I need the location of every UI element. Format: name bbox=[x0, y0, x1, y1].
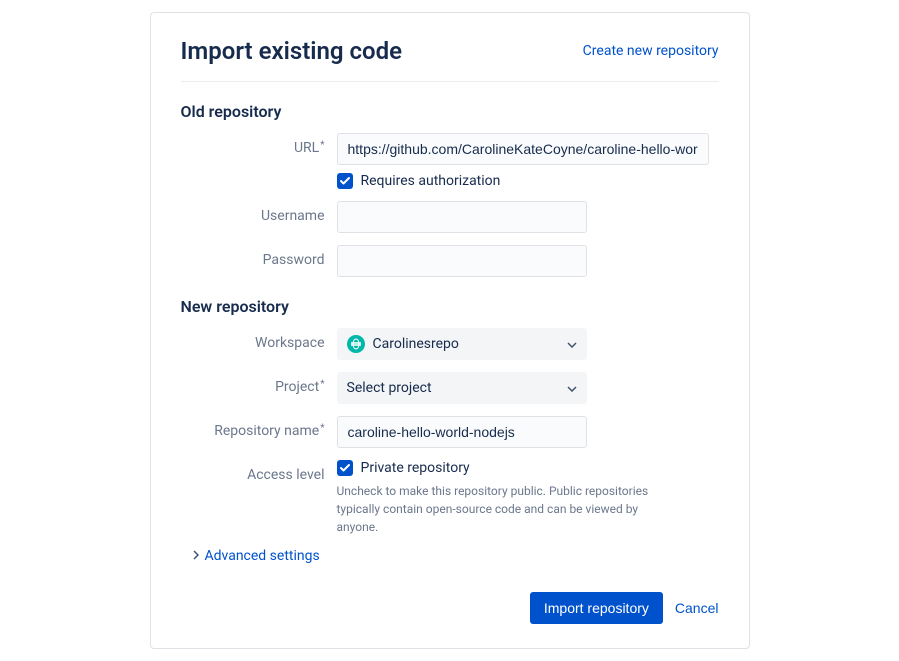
check-icon bbox=[339, 462, 351, 474]
project-row: Project* Select project bbox=[181, 372, 719, 404]
card-header: Import existing code Create new reposito… bbox=[181, 37, 719, 82]
access-label: Access level bbox=[181, 460, 337, 483]
password-label: Password bbox=[181, 245, 337, 268]
workspace-field-wrap: Carolinesrepo bbox=[337, 328, 587, 360]
password-row: Password bbox=[181, 245, 719, 277]
url-field-wrap: Requires authorization bbox=[337, 133, 709, 189]
username-label: Username bbox=[181, 201, 337, 224]
repo-name-label: Repository name* bbox=[181, 416, 337, 439]
access-row: Access level Private repository Uncheck … bbox=[181, 460, 719, 536]
new-repo-section-title: New repository bbox=[181, 297, 719, 316]
project-field-wrap: Select project bbox=[337, 372, 587, 404]
private-help-text: Uncheck to make this repository public. … bbox=[337, 482, 677, 536]
import-repo-card: Import existing code Create new reposito… bbox=[150, 12, 750, 649]
workspace-row: Workspace Carolinesrepo bbox=[181, 328, 719, 360]
private-label: Private repository bbox=[361, 460, 470, 476]
project-select[interactable]: Select project bbox=[337, 372, 587, 404]
password-input[interactable] bbox=[337, 245, 587, 277]
old-repo-section-title: Old repository bbox=[181, 102, 719, 121]
requires-auth-label: Requires authorization bbox=[361, 173, 501, 189]
private-checkbox[interactable] bbox=[337, 460, 353, 476]
chevron-down-icon bbox=[567, 336, 577, 352]
workspace-label: Workspace bbox=[181, 328, 337, 351]
advanced-settings-toggle[interactable]: Advanced settings bbox=[193, 548, 719, 564]
check-icon bbox=[339, 175, 351, 187]
workspace-icon bbox=[347, 335, 365, 353]
repo-name-input[interactable] bbox=[337, 416, 587, 448]
project-label: Project* bbox=[181, 372, 337, 395]
repo-name-field-wrap bbox=[337, 416, 587, 448]
requires-auth-row: Requires authorization bbox=[337, 173, 709, 189]
chevron-right-icon bbox=[193, 550, 199, 563]
repo-name-row: Repository name* bbox=[181, 416, 719, 448]
create-repo-link[interactable]: Create new repository bbox=[583, 43, 719, 59]
import-button[interactable]: Import repository bbox=[530, 592, 663, 624]
url-row: URL* Requires authorization bbox=[181, 133, 719, 189]
project-value: Select project bbox=[347, 380, 432, 396]
username-field-wrap bbox=[337, 201, 587, 233]
url-input[interactable] bbox=[337, 133, 709, 165]
requires-auth-checkbox[interactable] bbox=[337, 173, 353, 189]
password-field-wrap bbox=[337, 245, 587, 277]
username-input[interactable] bbox=[337, 201, 587, 233]
chevron-down-icon bbox=[567, 380, 577, 396]
url-label: URL* bbox=[181, 133, 337, 156]
cancel-button[interactable]: Cancel bbox=[675, 600, 719, 616]
workspace-value: Carolinesrepo bbox=[373, 336, 459, 352]
advanced-settings-label: Advanced settings bbox=[205, 548, 320, 564]
form-actions: Import repository Cancel bbox=[181, 592, 719, 624]
access-field-wrap: Private repository Uncheck to make this … bbox=[337, 460, 709, 536]
username-row: Username bbox=[181, 201, 719, 233]
page-title: Import existing code bbox=[181, 37, 403, 65]
workspace-select[interactable]: Carolinesrepo bbox=[337, 328, 587, 360]
